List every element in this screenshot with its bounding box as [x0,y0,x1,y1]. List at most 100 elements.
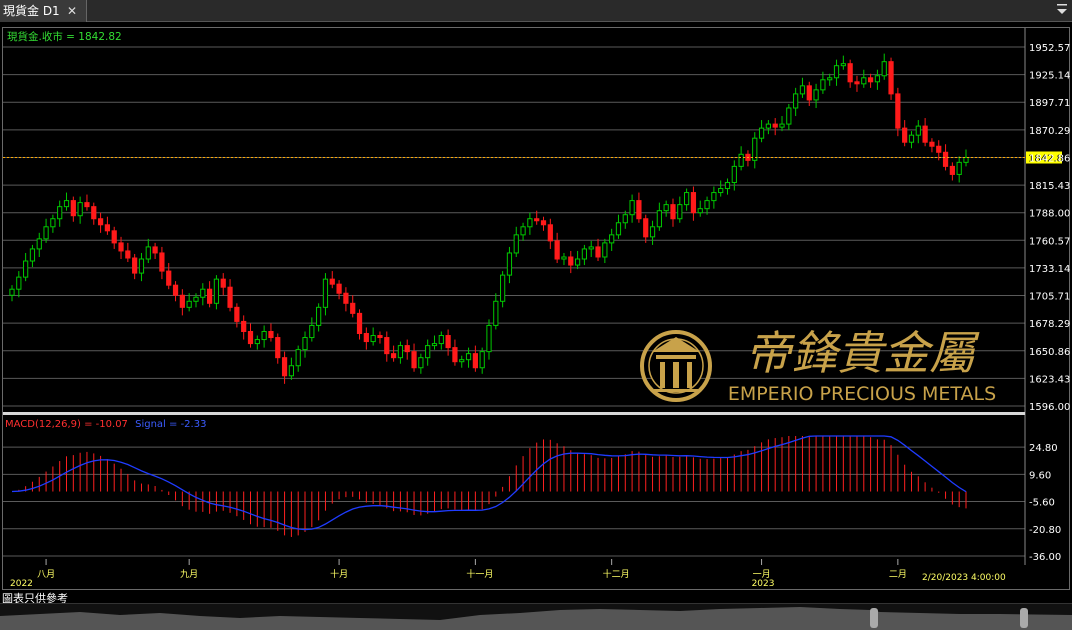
candle [922,118,928,147]
candle [404,339,410,360]
candle-body [377,335,383,339]
candle-body [506,252,513,276]
scroll-overview [0,607,1072,630]
candle [867,73,874,88]
candle [227,279,233,312]
candle [125,242,131,263]
candle [684,188,690,211]
price-tick-label: 1678.29 [1029,319,1070,330]
chart-scrollbar[interactable] [0,603,1072,630]
candle [172,281,179,302]
scroll-handle-right[interactable] [1020,608,1028,628]
candle [902,120,908,147]
panel-separator[interactable] [3,412,1025,415]
candle-body [738,153,744,167]
candle-body [247,330,254,345]
candle-body [568,256,574,266]
candle-body [908,134,915,143]
candle-body [867,77,874,83]
year-label: 2022 [10,579,33,589]
candle-body [479,351,485,369]
candle-body [840,63,846,67]
candle [799,77,806,98]
candle-body [275,337,281,359]
candle-body [384,337,390,355]
candle [506,246,513,284]
candle-body [581,248,588,260]
candle [9,285,15,302]
candle [718,180,724,197]
candle [765,120,771,135]
candle-body [813,89,819,101]
candle [309,317,315,342]
price-tick-label: 1705.71 [1029,292,1070,303]
candle [302,331,308,358]
candle-body [370,335,376,343]
candle-body [350,302,356,314]
candle-body [704,200,710,210]
x-tick-label: 十二月 [603,568,630,580]
candle-body [500,274,506,302]
candle-body [36,238,42,250]
candle [363,327,369,350]
candle-body [309,324,315,339]
candle-body [888,61,894,95]
candle-body [833,65,840,79]
x-tick-label: 九月 [180,569,198,580]
candle [159,246,165,280]
candle [91,202,97,225]
candle-body [724,181,731,190]
candle-body [336,283,342,294]
candle-body [670,204,676,220]
candle-body [793,93,799,109]
candle [132,253,138,280]
candle-body [261,330,267,341]
candle-body [874,75,881,83]
candle-body [281,357,288,377]
candle [833,59,840,86]
candle [295,345,301,372]
candle-body [322,278,329,308]
candle [540,216,547,231]
candle-body [827,77,833,81]
candle-body [425,345,431,359]
candle-body [9,288,15,296]
candle [104,216,111,235]
price-tick-label: 1870.29 [1029,126,1070,137]
candle-body [431,343,438,347]
candle-body [57,206,63,220]
candle [50,214,56,233]
candle [520,222,526,241]
candle [111,226,117,249]
candle [711,186,717,209]
candle [200,283,206,306]
candle-body [513,234,519,254]
candle [138,252,145,282]
candle-body [166,270,172,286]
candle-body [16,276,22,290]
candle [220,273,226,296]
candle [97,212,104,233]
candle-body [922,125,928,143]
candle-body [765,123,771,129]
scroll-handle-left[interactable] [870,608,878,628]
chart-canvas[interactable]: 帝鋒貴金屬 EMPERIO PRECIOUS METALS 1842.82 19… [0,0,1072,603]
candle [288,357,294,380]
candle [431,335,438,350]
candle [527,212,533,235]
candle [704,196,710,215]
candle [486,319,492,360]
candle [36,232,42,257]
candle-body [329,278,335,285]
candle [425,339,431,366]
candle [390,345,397,362]
candle [241,315,247,340]
candle [472,345,478,372]
candle-body [254,339,260,345]
candle [574,250,581,270]
macd-tick-label: 24.80 [1029,443,1058,454]
x-tick-label: 十月 [330,568,348,580]
price-tick-label: 1760.57 [1029,236,1070,247]
watermark-logo: 帝鋒貴金屬 EMPERIO PRECIOUS METALS [640,326,996,405]
candle [745,150,751,167]
